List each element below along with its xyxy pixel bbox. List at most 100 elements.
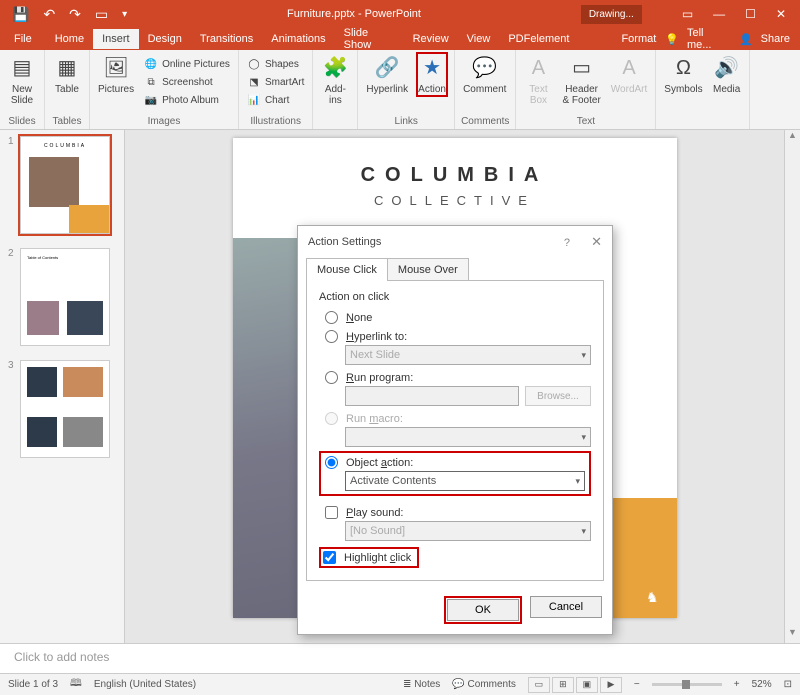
textbox-button[interactable]: A Text Box — [522, 52, 554, 108]
tab-format[interactable]: Format — [612, 29, 665, 49]
ok-button[interactable]: OK — [447, 599, 519, 621]
tab-insert[interactable]: Insert — [93, 29, 139, 49]
tellme-text[interactable]: Tell me... — [687, 27, 721, 51]
close-icon[interactable]: ✕ — [776, 7, 786, 21]
chart-button[interactable]: 📊Chart — [245, 92, 306, 108]
symbols-icon: Ω — [669, 54, 697, 82]
wordart-button[interactable]: A WordArt — [609, 52, 650, 97]
minimize-icon[interactable]: — — [713, 7, 725, 21]
drawing-tools-tab[interactable]: Drawing... — [581, 5, 642, 24]
tab-file[interactable]: File — [0, 29, 46, 49]
dialog-title: Action Settings — [308, 236, 381, 248]
action-button[interactable]: ★ Action — [416, 52, 448, 97]
object-action-highlight: Object action: Activate Contents▾ — [319, 451, 591, 496]
view-sorter-icon[interactable]: ⊞ — [552, 677, 574, 693]
slide-title: COLUMBIA — [233, 138, 677, 187]
notes-button[interactable]: ≣ Notes — [403, 679, 440, 690]
radio-object-action[interactable] — [325, 456, 338, 469]
vertical-scrollbar[interactable]: ▲ ▼ — [784, 130, 800, 643]
tab-mouse-click[interactable]: Mouse Click — [306, 258, 388, 281]
checkbox-play-sound[interactable] — [325, 506, 338, 519]
tab-pdfelement[interactable]: PDFelement — [499, 29, 578, 49]
tab-home[interactable]: Home — [46, 29, 93, 49]
dialog-close-icon[interactable]: ✕ — [591, 234, 602, 249]
view-slideshow-icon[interactable]: ▶ — [600, 677, 622, 693]
status-slide-number[interactable]: Slide 1 of 3 — [8, 679, 58, 690]
chevron-down-icon: ▾ — [575, 476, 580, 487]
comment-button[interactable]: 💬 Comment — [461, 52, 508, 97]
dialog-help-icon[interactable]: ? — [564, 237, 570, 249]
view-reading-icon[interactable]: ▣ — [576, 677, 598, 693]
media-button[interactable]: 🔊 Media — [711, 52, 743, 97]
object-action-combo[interactable]: Activate Contents▾ — [345, 471, 585, 491]
pictures-button[interactable]: 🖼 Pictures — [96, 52, 136, 97]
table-button[interactable]: ▦ Table — [51, 52, 83, 97]
tab-review[interactable]: Review — [404, 29, 458, 49]
new-slide-button[interactable]: ▤ New Slide — [6, 52, 38, 108]
symbols-button[interactable]: Ω Symbols — [662, 52, 704, 97]
photo-album-button[interactable]: 📷Photo Album — [142, 92, 232, 108]
table-icon: ▦ — [53, 54, 81, 82]
online-pictures-button[interactable]: 🌐Online Pictures — [142, 56, 232, 72]
tab-transitions[interactable]: Transitions — [191, 29, 262, 49]
thumb-number: 1 — [8, 136, 16, 234]
smartart-button[interactable]: ⬔SmartArt — [245, 74, 306, 90]
notes-pane[interactable]: Click to add notes — [0, 643, 800, 673]
header-footer-button[interactable]: ▭ Header & Footer — [560, 52, 602, 108]
zoom-in-icon[interactable]: + — [734, 679, 740, 690]
action-icon: ★ — [418, 54, 446, 82]
maximize-icon[interactable]: ☐ — [745, 7, 756, 21]
cancel-button[interactable]: Cancel — [530, 596, 602, 618]
radio-run-program[interactable] — [325, 371, 338, 384]
radio-hyperlink[interactable] — [325, 330, 338, 343]
scroll-up-icon[interactable]: ▲ — [785, 130, 800, 146]
comments-button[interactable]: 💬 Comments — [452, 679, 516, 690]
notes-placeholder: Click to add notes — [14, 650, 109, 664]
ribbon-options-icon[interactable]: ▭ — [682, 7, 693, 21]
slide-subtitle: COLLECTIVE — [233, 193, 677, 208]
spellcheck-icon[interactable]: 🕮 — [70, 676, 82, 693]
document-title: Furniture.pptx - PowerPoint — [127, 8, 581, 20]
save-icon[interactable]: 💾 — [12, 6, 29, 23]
run-program-field[interactable] — [345, 386, 519, 406]
browse-button[interactable]: Browse... — [525, 386, 591, 406]
tab-animations[interactable]: Animations — [262, 29, 334, 49]
redo-icon[interactable]: ↷ — [69, 6, 81, 23]
tab-mouse-over[interactable]: Mouse Over — [387, 258, 469, 281]
view-normal-icon[interactable]: ▭ — [528, 677, 550, 693]
header-footer-icon: ▭ — [568, 54, 596, 82]
undo-icon[interactable]: ↶ — [43, 6, 55, 23]
share-button[interactable]: Share — [761, 33, 790, 45]
ribbon-tabs: File Home Insert Design Transitions Anim… — [0, 28, 800, 50]
share-icon: 👤 — [739, 33, 753, 46]
wordart-icon: A — [615, 54, 643, 82]
media-icon: 🔊 — [713, 54, 741, 82]
status-language[interactable]: English (United States) — [94, 679, 196, 690]
scroll-down-icon[interactable]: ▼ — [785, 627, 800, 643]
label-run-macro: Run macro: — [346, 413, 403, 425]
tab-design[interactable]: Design — [139, 29, 191, 49]
play-sound-combo[interactable]: [No Sound]▾ — [345, 521, 591, 541]
hyperlink-button[interactable]: 🔗 Hyperlink — [364, 52, 410, 97]
thumbnail-3[interactable] — [20, 360, 110, 458]
thumbnail-1[interactable]: COLUMBIA — [20, 136, 110, 234]
hyperlink-combo[interactable]: Next Slide▾ — [345, 345, 591, 365]
fit-to-window-icon[interactable]: ⊡ — [784, 679, 792, 690]
addins-button[interactable]: 🧩 Add- ins — [319, 52, 351, 108]
zoom-level[interactable]: 52% — [752, 679, 772, 690]
checkbox-highlight-click[interactable] — [323, 551, 336, 564]
radio-none[interactable] — [325, 311, 338, 324]
shapes-button[interactable]: ◯Shapes — [245, 56, 306, 72]
zoom-out-icon[interactable]: − — [634, 679, 640, 690]
zoom-slider[interactable] — [652, 683, 722, 686]
tab-view[interactable]: View — [458, 29, 500, 49]
start-slideshow-icon[interactable]: ▭ — [95, 6, 108, 23]
chart-icon: 📊 — [247, 93, 261, 107]
ok-highlight: OK — [444, 596, 522, 624]
dialog-group-title: Action on click — [319, 291, 591, 303]
ribbon: ▤ New Slide Slides ▦ Table Tables 🖼 Pict… — [0, 50, 800, 130]
tellme-icon: 💡 — [665, 33, 679, 46]
radio-run-macro — [325, 412, 338, 425]
thumbnail-2[interactable]: Table of Contents — [20, 248, 110, 346]
screenshot-button[interactable]: ⧉Screenshot — [142, 74, 232, 90]
